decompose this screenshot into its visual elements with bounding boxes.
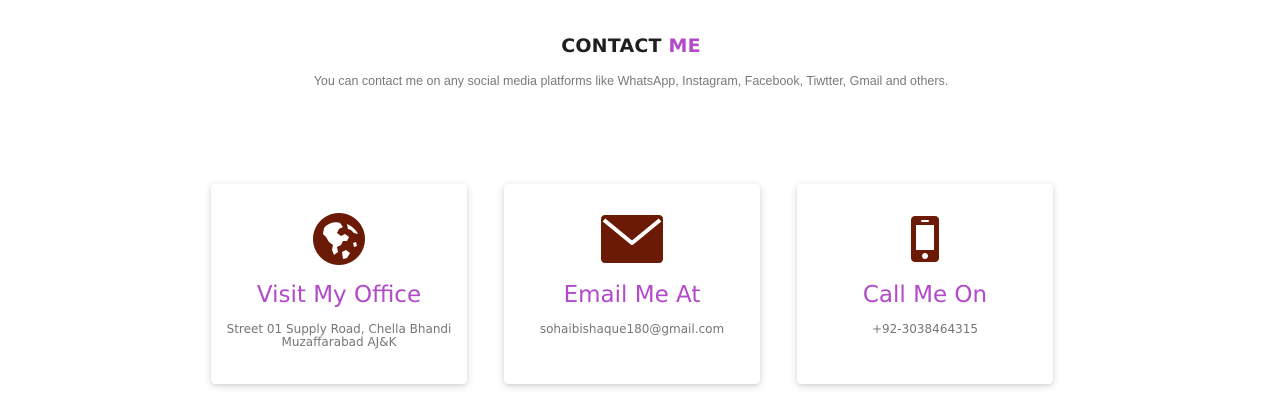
email-card: Email Me At sohaibishaque180@gmail.com [504, 184, 760, 384]
card-title: Visit My Office [256, 282, 422, 308]
heading-main: CONTACT [561, 35, 662, 57]
address-line-2: Muzaffarabad AJ&K [281, 335, 397, 349]
section-heading: CONTACT ME [0, 35, 1262, 57]
office-address: Street 01 Supply Road, Chella Bhandi Muz… [225, 323, 453, 349]
email-line[interactable]: sohaibishaque180@gmail.com [518, 323, 746, 336]
email-address[interactable]: sohaibishaque180@gmail.com [518, 323, 746, 336]
phone-card: Call Me On +92-3038464315 [797, 184, 1053, 384]
phone-number[interactable]: +92-3038464315 [811, 323, 1039, 336]
globe-icon [211, 212, 467, 266]
section-subtitle: You can contact me on any social media p… [313, 74, 949, 88]
office-card: Visit My Office Street 01 Supply Road, C… [211, 184, 467, 384]
heading-accent: ME [668, 35, 701, 57]
envelope-icon [504, 212, 760, 266]
contact-section: CONTACT ME You can contact me on any soc… [0, 0, 1286, 404]
card-title: Call Me On [862, 282, 988, 308]
mobile-phone-icon [797, 212, 1053, 266]
phone-line[interactable]: +92-3038464315 [811, 323, 1039, 336]
contact-cards: Visit My Office Street 01 Supply Road, C… [211, 184, 1053, 384]
card-title: Email Me At [563, 282, 701, 308]
